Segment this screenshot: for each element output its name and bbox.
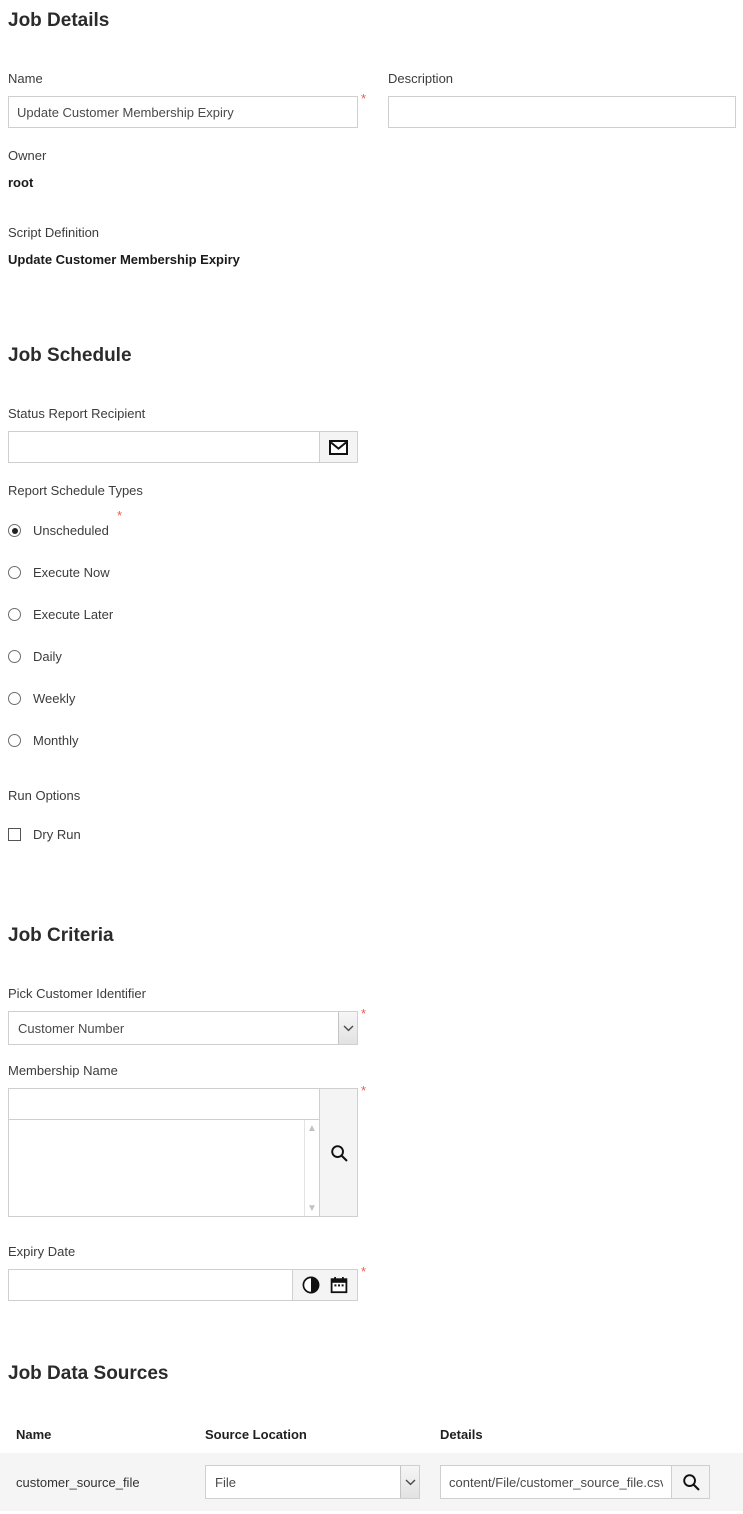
source-location-select-wrapper: File xyxy=(205,1465,420,1499)
cell-details xyxy=(440,1465,743,1499)
column-header-source-location: Source Location xyxy=(205,1426,307,1442)
radio-mark-weekly[interactable] xyxy=(8,692,21,705)
owner-value: root xyxy=(8,175,34,190)
run-options-label: Run Options xyxy=(8,788,81,803)
name-label: Name xyxy=(8,71,43,86)
expiry-date-row xyxy=(8,1269,358,1301)
pick-customer-identifier-select[interactable]: Customer Number xyxy=(8,1011,358,1045)
job-data-sources-table: Name Source Location Details customer_so… xyxy=(0,1415,743,1511)
chevron-down-icon[interactable] xyxy=(400,1466,419,1498)
clock-icon[interactable] xyxy=(302,1276,320,1294)
radio-label-weekly: Weekly xyxy=(33,691,76,706)
pick-customer-required-marker: * xyxy=(361,1006,367,1021)
membership-name-scrollbar[interactable]: ▲ ▼ xyxy=(304,1120,319,1216)
schedule-types-required-marker: * xyxy=(117,508,123,523)
name-required-marker: * xyxy=(361,91,367,106)
details-search-button[interactable] xyxy=(672,1465,710,1499)
dry-run-checkbox-row[interactable]: Dry Run xyxy=(8,827,81,842)
owner-label: Owner xyxy=(8,148,47,163)
membership-name-listbox[interactable]: ▲ ▼ xyxy=(8,1120,320,1217)
scroll-up-icon[interactable]: ▲ xyxy=(307,1120,317,1136)
radio-option-execute-later[interactable]: Execute Later xyxy=(8,604,308,625)
membership-name-input[interactable] xyxy=(8,1088,320,1120)
job-schedule-heading: Job Schedule xyxy=(8,345,132,366)
radio-mark-execute-later[interactable] xyxy=(8,608,21,621)
job-data-sources-heading: Job Data Sources xyxy=(8,1363,169,1384)
source-location-value: File xyxy=(215,1474,236,1490)
description-label: Description xyxy=(388,71,454,86)
radio-label-monthly: Monthly xyxy=(33,733,79,748)
radio-label-unscheduled: Unscheduled xyxy=(33,523,109,538)
details-input-group xyxy=(440,1465,710,1499)
membership-name-block: ▲ ▼ xyxy=(8,1088,358,1217)
status-report-recipient-label: Status Report Recipient xyxy=(8,406,146,421)
radio-label-execute-later: Execute Later xyxy=(33,607,114,622)
table-header-row: Name Source Location Details xyxy=(0,1415,743,1453)
radio-mark-unscheduled[interactable] xyxy=(8,524,21,537)
cell-name: customer_source_file xyxy=(16,1474,140,1490)
description-input-wrapper xyxy=(388,96,736,128)
search-icon xyxy=(330,1144,347,1161)
cell-source-location: File xyxy=(205,1465,440,1499)
job-criteria-heading: Job Criteria xyxy=(8,925,114,946)
status-report-recipient-input[interactable] xyxy=(8,431,320,463)
radio-option-daily[interactable]: Daily xyxy=(8,646,308,667)
membership-name-search-button[interactable] xyxy=(320,1088,358,1217)
scroll-down-icon[interactable]: ▼ xyxy=(307,1200,317,1216)
expiry-date-label: Expiry Date xyxy=(8,1244,76,1259)
search-icon xyxy=(682,1474,699,1491)
source-location-select[interactable]: File xyxy=(205,1465,420,1499)
chevron-down-icon[interactable] xyxy=(338,1012,357,1044)
pick-customer-identifier-value: Customer Number xyxy=(18,1020,125,1036)
envelope-icon[interactable] xyxy=(320,431,358,463)
status-report-recipient-row xyxy=(8,431,358,463)
radio-mark-monthly[interactable] xyxy=(8,734,21,747)
script-definition-label: Script Definition xyxy=(8,225,100,240)
radio-label-daily: Daily xyxy=(33,649,62,664)
dry-run-checkbox[interactable] xyxy=(8,828,21,841)
table-row: customer_source_file File xyxy=(0,1453,743,1511)
membership-name-left-column: ▲ ▼ xyxy=(8,1088,320,1217)
radio-mark-execute-now[interactable] xyxy=(8,566,21,579)
radio-option-execute-now[interactable]: Execute Now xyxy=(8,562,308,583)
radio-mark-daily[interactable] xyxy=(8,650,21,663)
expiry-date-required-marker: * xyxy=(361,1264,367,1279)
description-input[interactable] xyxy=(388,96,736,128)
pick-customer-identifier-label: Pick Customer Identifier xyxy=(8,986,146,1001)
radio-option-weekly[interactable]: Weekly xyxy=(8,688,308,709)
script-definition-value: Update Customer Membership Expiry xyxy=(8,252,240,267)
membership-name-label: Membership Name xyxy=(8,1063,118,1078)
name-input-wrapper xyxy=(8,96,358,128)
calendar-icon[interactable] xyxy=(330,1276,348,1294)
expiry-date-input[interactable] xyxy=(8,1269,293,1301)
name-input[interactable] xyxy=(8,96,358,128)
column-header-details: Details xyxy=(440,1426,483,1442)
column-header-name: Name xyxy=(16,1426,52,1442)
radio-option-monthly[interactable]: Monthly xyxy=(8,730,308,751)
report-schedule-types-label: Report Schedule Types xyxy=(8,483,143,498)
radio-option-unscheduled[interactable]: Unscheduled * xyxy=(8,509,308,541)
job-details-heading: Job Details xyxy=(8,10,110,31)
expiry-date-buttons xyxy=(293,1269,358,1301)
radio-label-execute-now: Execute Now xyxy=(33,565,110,580)
membership-name-required-marker: * xyxy=(361,1083,367,1098)
dry-run-label: Dry Run xyxy=(33,827,81,842)
report-schedule-types-radio-group: Unscheduled * Execute Now Execute Later … xyxy=(8,509,308,772)
details-input[interactable] xyxy=(440,1465,672,1499)
pick-customer-identifier-select-wrapper: Customer Number xyxy=(8,1011,358,1045)
